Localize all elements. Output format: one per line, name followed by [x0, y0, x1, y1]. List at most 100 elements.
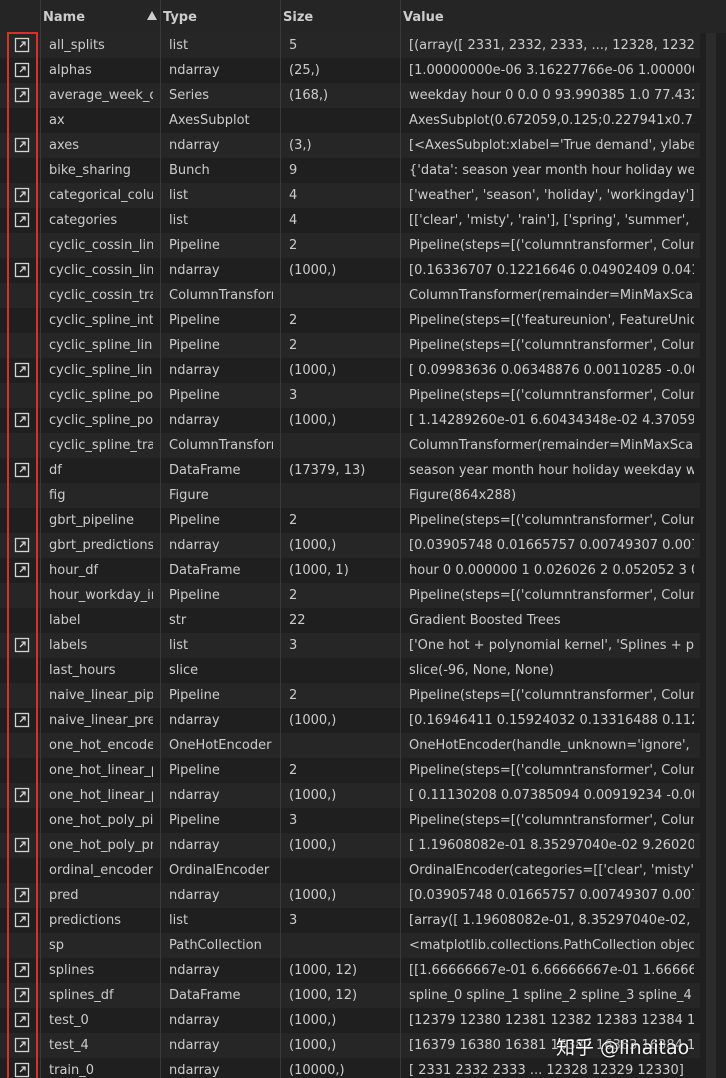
- open-in-viewer-icon[interactable]: [14, 187, 30, 203]
- variable-size: 2: [289, 313, 298, 328]
- open-in-viewer-icon[interactable]: [14, 1062, 30, 1078]
- open-in-viewer-icon[interactable]: [14, 637, 30, 653]
- column-divider[interactable]: [400, 0, 401, 1078]
- variable-type: ColumnTransform: [169, 288, 273, 303]
- variable-size: (1000,): [289, 263, 337, 278]
- variable-value: weekday hour 0 0.0 0 93.990385 1.0 77.43…: [409, 88, 694, 103]
- variable-row[interactable]: sp PathCollection <matplotlib.collections.…: [0, 933, 726, 958]
- type-column-header[interactable]: Type: [163, 10, 197, 25]
- size-column-header[interactable]: Size: [283, 10, 313, 25]
- variable-row[interactable]: ax AxesSubplot AxesSubplot(0.672059,0.125;…: [0, 108, 726, 133]
- variable-row[interactable]: labels list 3 ['One hot + polynomial kernel…: [0, 633, 726, 658]
- variable-row[interactable]: one_hot_poly_pip Pipeline 3 Pipeline(steps=…: [0, 808, 726, 833]
- open-in-viewer-icon[interactable]: [14, 537, 30, 553]
- variable-row[interactable]: hour_df DataFrame (1000, 1) hour 0 0.000000…: [0, 558, 726, 583]
- variable-name: cyclic_spline_inte: [49, 313, 153, 328]
- variable-name: df: [49, 463, 62, 478]
- variable-type: Pipeline: [169, 763, 220, 778]
- variable-row[interactable]: train_0 ndarray (10000,) [ 2331 2332 2333 .…: [0, 1058, 726, 1078]
- name-column-header[interactable]: Name: [43, 10, 85, 25]
- variable-row[interactable]: cyclic_cossin_trar ColumnTransform ColumnT…: [0, 283, 726, 308]
- value-column-header[interactable]: Value: [403, 10, 444, 25]
- variable-row[interactable]: hour_workday_in Pipeline 2 Pipeline(steps=[…: [0, 583, 726, 608]
- open-in-viewer-icon[interactable]: [14, 362, 30, 378]
- open-in-viewer-icon[interactable]: [14, 137, 30, 153]
- column-divider[interactable]: [280, 0, 281, 1078]
- variable-type: Pipeline: [169, 813, 220, 828]
- variable-row[interactable]: predictions list 3 [array([ 1.19608082e-01,…: [0, 908, 726, 933]
- variable-row[interactable]: naive_linear_prec ndarray (1000,) [0.169464…: [0, 708, 726, 733]
- variable-row[interactable]: cyclic_cossin_line Pipeline 2 Pipeline(step…: [0, 233, 726, 258]
- variable-row[interactable]: gbrt_predictions ndarray (1000,) [0.0390574…: [0, 533, 726, 558]
- variable-row[interactable]: cyclic_spline_trar ColumnTransform ColumnT…: [0, 433, 726, 458]
- open-in-viewer-icon[interactable]: [14, 987, 30, 1003]
- variable-value: Pipeline(steps=[('columntransformer', Co…: [409, 388, 694, 403]
- variable-row[interactable]: all_splits list 5 [(array([ 2331, 2332, 233…: [0, 33, 726, 58]
- variable-row[interactable]: axes ndarray (3,) [<AxesSubplot:xlabel='Tru…: [0, 133, 726, 158]
- open-in-viewer-icon[interactable]: [14, 1012, 30, 1028]
- variable-type: ndarray: [169, 788, 220, 803]
- variable-row[interactable]: one_hot_linear_p Pipeline 2 Pipeline(steps=…: [0, 758, 726, 783]
- variable-row[interactable]: one_hot_poly_pre ndarray (1000,) [ 1.196080…: [0, 833, 726, 858]
- open-in-viewer-icon[interactable]: [14, 212, 30, 228]
- open-in-viewer-icon[interactable]: [14, 912, 30, 928]
- vertical-scrollbar[interactable]: [700, 33, 726, 1078]
- variable-value: <matplotlib.collections.PathCollection o…: [409, 938, 694, 953]
- variable-row[interactable]: cyclic_spline_poly ndarray (1000,) [ 1.1428…: [0, 408, 726, 433]
- variable-type: OneHotEncoder: [169, 738, 272, 753]
- column-divider[interactable]: [40, 0, 41, 1078]
- variable-row[interactable]: categories list 4 [['clear', 'misty', 'rain…: [0, 208, 726, 233]
- variable-size: 4: [289, 213, 298, 228]
- variable-row[interactable]: cyclic_cossin_line ndarray (1000,) [0.16336…: [0, 258, 726, 283]
- variable-row[interactable]: one_hot_encoder OneHotEncoder OneHotEncode…: [0, 733, 726, 758]
- variable-row[interactable]: average_week_de Series (168,) weekday hour …: [0, 83, 726, 108]
- variable-name: cyclic_cossin_line: [49, 238, 153, 253]
- variable-row[interactable]: alphas ndarray (25,) [1.00000000e-06 3.1622…: [0, 58, 726, 83]
- variable-name: sp: [49, 938, 65, 953]
- open-in-viewer-icon[interactable]: [14, 87, 30, 103]
- variable-size: (25,): [289, 63, 320, 78]
- scrollbar-thumb[interactable]: [706, 33, 716, 1078]
- variable-type: list: [169, 188, 189, 203]
- variable-type: str: [169, 613, 187, 628]
- open-in-viewer-icon[interactable]: [14, 887, 30, 903]
- variable-row[interactable]: cyclic_spline_poly Pipeline 3 Pipeline(step…: [0, 383, 726, 408]
- variable-row[interactable]: pred ndarray (1000,) [0.03905748 0.01665757…: [0, 883, 726, 908]
- open-in-viewer-icon[interactable]: [14, 837, 30, 853]
- variable-row[interactable]: splines ndarray (1000, 12) [[1.66666667e-01…: [0, 958, 726, 983]
- variables-list: all_splits list 5 [(array([ 2331, 2332, 233…: [0, 33, 726, 1078]
- variable-row[interactable]: bike_sharing Bunch 9 {'data': season year m…: [0, 158, 726, 183]
- variable-row[interactable]: gbrt_pipeline Pipeline 2 Pipeline(steps=[('…: [0, 508, 726, 533]
- sort-ascending-icon[interactable]: [147, 11, 157, 20]
- variable-size: 2: [289, 763, 298, 778]
- variable-row[interactable]: label str 22 Gradient Boosted Trees: [0, 608, 726, 633]
- open-in-viewer-icon[interactable]: [14, 262, 30, 278]
- variable-size: 3: [289, 913, 298, 928]
- variable-row[interactable]: cyclic_spline_line ndarray (1000,) [ 0.0998…: [0, 358, 726, 383]
- open-in-viewer-icon[interactable]: [14, 462, 30, 478]
- variable-row[interactable]: splines_df DataFrame (1000, 12) spline_0 sp…: [0, 983, 726, 1008]
- column-divider[interactable]: [160, 0, 161, 1078]
- open-in-viewer-icon[interactable]: [14, 412, 30, 428]
- variable-row[interactable]: cyclic_spline_inte Pipeline 2 Pipeline(step…: [0, 308, 726, 333]
- open-in-viewer-icon[interactable]: [14, 562, 30, 578]
- variable-row[interactable]: ordinal_encoder OrdinalEncoder OrdinalEnco…: [0, 858, 726, 883]
- open-in-viewer-icon[interactable]: [14, 62, 30, 78]
- open-in-viewer-icon[interactable]: [14, 787, 30, 803]
- variable-row[interactable]: fig Figure Figure(864x288): [0, 483, 726, 508]
- variable-row[interactable]: categorical_colur list 4 ['weather', 'seaso…: [0, 183, 726, 208]
- variable-row[interactable]: df DataFrame (17379, 13) season year month …: [0, 458, 726, 483]
- variable-type: slice: [169, 663, 199, 678]
- open-in-viewer-icon[interactable]: [14, 962, 30, 978]
- variable-row[interactable]: test_0 ndarray (1000,) [12379 12380 12381 1…: [0, 1008, 726, 1033]
- variable-row[interactable]: one_hot_linear_p ndarray (1000,) [ 0.111302…: [0, 783, 726, 808]
- variable-size: 9: [289, 163, 298, 178]
- open-in-viewer-icon[interactable]: [14, 1037, 30, 1053]
- variable-row[interactable]: naive_linear_pipe Pipeline 2 Pipeline(steps…: [0, 683, 726, 708]
- variable-size: (1000, 12): [289, 988, 358, 1003]
- variable-row[interactable]: cyclic_spline_line Pipeline 2 Pipeline(step…: [0, 333, 726, 358]
- open-in-viewer-icon[interactable]: [14, 37, 30, 53]
- variable-row[interactable]: last_hours slice slice(-96, None, None): [0, 658, 726, 683]
- open-in-viewer-icon[interactable]: [14, 712, 30, 728]
- variable-value: Pipeline(steps=[('columntransformer', Co…: [409, 763, 694, 778]
